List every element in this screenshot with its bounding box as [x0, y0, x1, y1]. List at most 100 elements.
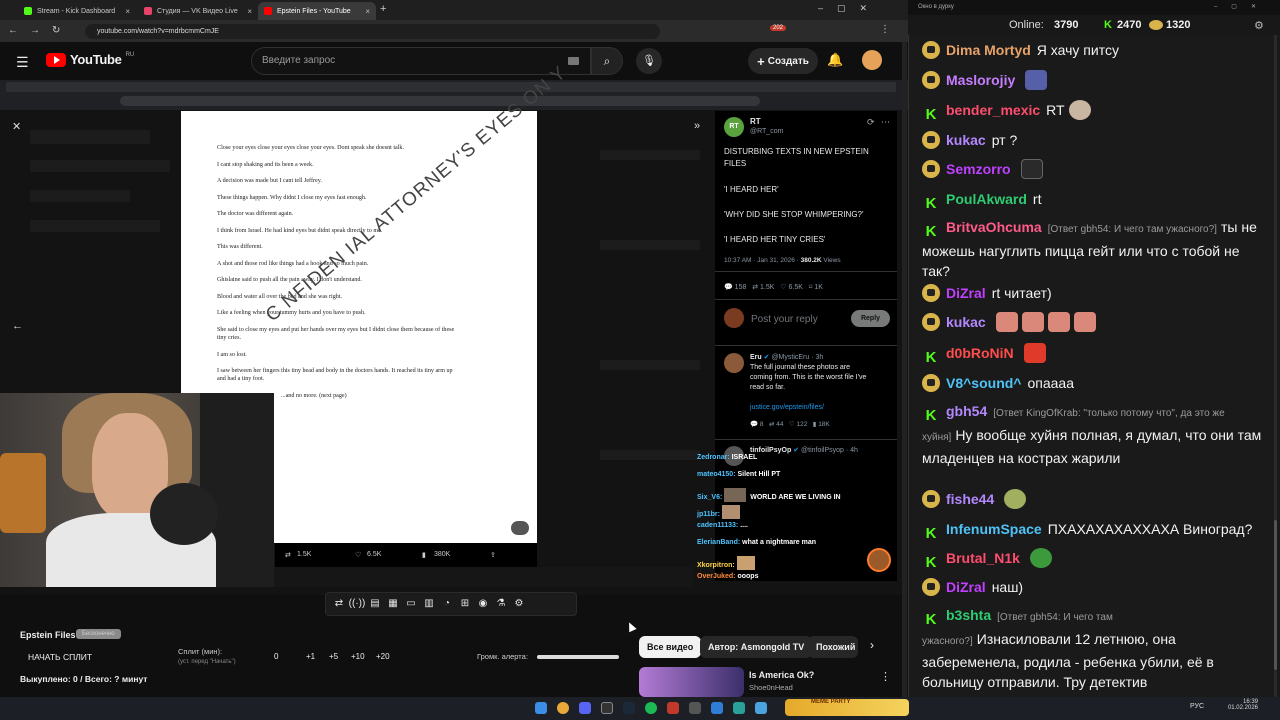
- increment-20-button[interactable]: +20: [376, 652, 390, 661]
- chrome-icon[interactable]: [557, 702, 569, 714]
- menu-kebab-icon[interactable]: ⋮: [880, 24, 890, 35]
- create-button[interactable]: + Создать: [748, 48, 818, 74]
- bookmark-icon[interactable]: ⌑: [809, 284, 813, 291]
- flask-icon[interactable]: ⚗: [492, 595, 510, 613]
- split-value-input[interactable]: 0: [274, 652, 278, 661]
- notifications-bell-icon[interactable]: 🔔: [827, 52, 843, 68]
- tab-kick-dashboard[interactable]: Stream - Kick Dashboard ×: [18, 2, 136, 20]
- meme-party-widget[interactable]: MEME PARTY: [785, 699, 909, 716]
- forward-icon[interactable]: →: [30, 25, 40, 36]
- clock[interactable]: 16:39 01.02.2026: [1226, 699, 1258, 711]
- close-tab-icon[interactable]: ×: [365, 7, 370, 16]
- more-vert-icon[interactable]: ⋮: [880, 670, 891, 683]
- search-button[interactable]: ⌕: [591, 47, 623, 75]
- chat-username[interactable]: b3shta: [946, 607, 991, 623]
- reply-link[interactable]: justice.gov/epstein/files/: [750, 403, 824, 412]
- settings-gear-icon[interactable]: ⚙: [510, 595, 528, 613]
- spotify-icon[interactable]: [645, 702, 657, 714]
- obs-icon[interactable]: [601, 702, 613, 714]
- chevron-right-icon[interactable]: ›: [870, 638, 874, 652]
- user-avatar[interactable]: [724, 308, 744, 328]
- reply-icon[interactable]: 💬: [724, 284, 733, 291]
- telegram-icon[interactable]: [755, 702, 767, 714]
- chat-username[interactable]: DiZral: [946, 285, 986, 301]
- grok-icon[interactable]: ⟳: [867, 116, 875, 128]
- close-tab-icon[interactable]: ×: [125, 7, 130, 16]
- reply-icon[interactable]: 💬: [750, 421, 758, 428]
- loop-icon[interactable]: ⇄: [330, 595, 348, 613]
- window-controls[interactable]: –▢✕: [818, 3, 881, 14]
- chat-username[interactable]: PoulAkward: [946, 191, 1027, 207]
- app-icon[interactable]: [733, 702, 745, 714]
- chat-username[interactable]: Brutal_N1k: [946, 550, 1020, 566]
- close-icon[interactable]: ✕: [12, 120, 21, 133]
- steam-icon[interactable]: [623, 702, 635, 714]
- chat-username[interactable]: InfenumSpace: [946, 521, 1042, 537]
- reply-author[interactable]: Eru: [750, 354, 762, 361]
- settings-gear-icon[interactable]: ⚙: [1254, 19, 1264, 32]
- app-icon[interactable]: [711, 702, 723, 714]
- chat-scrollbar-thumb[interactable]: [1274, 520, 1277, 670]
- new-tab-icon[interactable]: +: [380, 3, 386, 15]
- hamburger-icon[interactable]: ☰: [16, 54, 29, 71]
- increment-10-button[interactable]: +10: [351, 652, 365, 661]
- chat-username[interactable]: Semzorro: [946, 161, 1011, 177]
- speed-icon[interactable]: ◔: [438, 595, 456, 613]
- keyboard-icon[interactable]: [568, 57, 579, 65]
- reply-button[interactable]: Reply: [851, 310, 890, 327]
- clip-icon[interactable]: ▦: [384, 595, 402, 613]
- more-options-icon[interactable]: ⋯: [881, 116, 890, 128]
- chat-username[interactable]: kukac: [946, 132, 986, 148]
- image-menu-icon[interactable]: [511, 521, 529, 535]
- chat-username[interactable]: BritvaOhcuma: [946, 219, 1042, 235]
- chip-related[interactable]: Похожий: [808, 636, 858, 658]
- language-indicator[interactable]: РУС: [1190, 703, 1204, 710]
- reply-actions[interactable]: 💬 8 ⇄ 44 ♡ 122 ▮ 18K: [750, 421, 830, 430]
- chip-author[interactable]: Автор: Asmongold TV: [700, 636, 813, 658]
- app-icon[interactable]: [667, 702, 679, 714]
- address-bar[interactable]: youtube.com/watch?v=mdrbcmmCmJE: [85, 24, 660, 39]
- discord-icon[interactable]: [579, 702, 591, 714]
- increment-1-button[interactable]: +1: [306, 652, 315, 661]
- repost-icon[interactable]: ⇄: [285, 551, 291, 559]
- avatar[interactable]: [862, 50, 882, 70]
- miniplayer-icon[interactable]: ▭: [402, 595, 420, 613]
- chat-username[interactable]: gbh54: [946, 403, 987, 419]
- tweet-actions[interactable]: 💬 158 ⇄ 1.5K ♡ 6.5K ⌑ 1K: [724, 283, 823, 292]
- tab-youtube-active[interactable]: Epstein Files - YouTube ×: [258, 2, 376, 20]
- subtitles-icon[interactable]: ▤: [366, 595, 384, 613]
- collapse-panel-icon[interactable]: »: [694, 120, 700, 132]
- screenshot-icon[interactable]: ◉: [474, 595, 492, 613]
- repost-icon[interactable]: ⇄: [752, 284, 758, 291]
- chat-username[interactable]: Maslorojiy: [946, 72, 1015, 88]
- theater-icon[interactable]: ▥: [420, 595, 438, 613]
- share-icon[interactable]: ⇪: [490, 551, 496, 559]
- page-scrollbar[interactable]: [902, 42, 907, 697]
- like-icon[interactable]: ♡: [789, 421, 795, 428]
- previous-arrow-icon[interactable]: ←: [12, 320, 23, 332]
- chat-username[interactable]: DiZral: [946, 579, 986, 595]
- app-icon[interactable]: [689, 702, 701, 714]
- chat-username[interactable]: bender_mexic: [946, 102, 1040, 118]
- chat-username[interactable]: fishe44: [946, 491, 994, 507]
- like-icon[interactable]: ♡: [780, 284, 786, 291]
- alert-volume-slider[interactable]: [537, 655, 619, 659]
- youtube-logo[interactable]: YouTube RU: [46, 52, 134, 67]
- chat-username[interactable]: V8^sound^: [946, 375, 1021, 391]
- video-thumbnail[interactable]: [639, 667, 744, 697]
- add-clip-icon[interactable]: ⊞: [456, 595, 474, 613]
- broadcast-icon[interactable]: ((·)): [348, 595, 366, 613]
- window-controls[interactable]: –▢✕: [1214, 0, 1270, 15]
- repost-icon[interactable]: ⇄: [769, 421, 774, 428]
- close-tab-icon[interactable]: ×: [247, 7, 252, 16]
- voice-search-button[interactable]: 🎙: [636, 48, 662, 74]
- recommended-title[interactable]: Is America Ok?: [749, 670, 814, 680]
- rt-avatar[interactable]: RT: [724, 117, 744, 137]
- reply-avatar[interactable]: [724, 353, 744, 373]
- start-icon[interactable]: [535, 702, 547, 714]
- chip-all-videos[interactable]: Все видео: [639, 636, 702, 658]
- like-icon[interactable]: ♡: [355, 551, 361, 559]
- chat-username[interactable]: Dima Mortyd: [946, 42, 1031, 58]
- increment-5-button[interactable]: +5: [329, 652, 338, 661]
- back-icon[interactable]: ←: [8, 25, 18, 36]
